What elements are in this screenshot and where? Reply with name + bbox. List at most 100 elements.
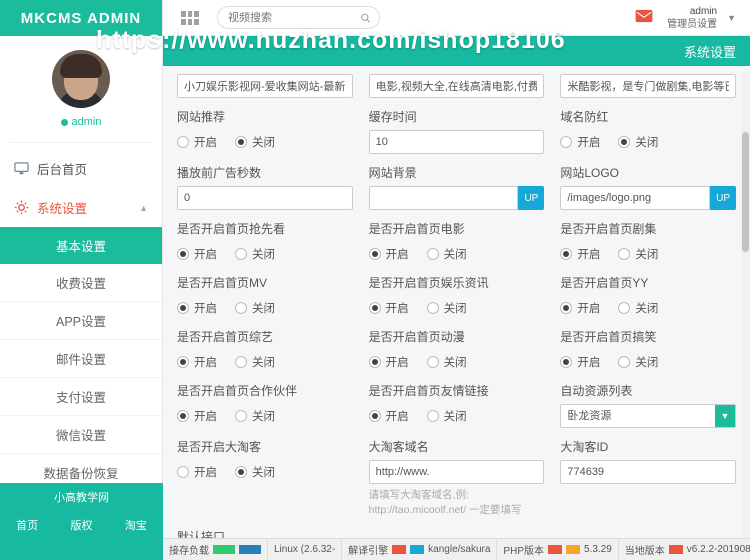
radio-label: 开启 bbox=[386, 246, 409, 262]
site-bg-upload-button[interactable]: UP bbox=[518, 186, 544, 210]
radio-circle bbox=[618, 136, 630, 148]
ad-seconds-input[interactable] bbox=[177, 186, 353, 210]
sidebar-subitem-pay[interactable]: 支付设置 bbox=[0, 378, 162, 416]
taoke-domain-input[interactable] bbox=[369, 460, 545, 484]
field-site-logo: 网站LOGO UP bbox=[560, 154, 736, 210]
php-bar-orange bbox=[566, 545, 580, 554]
sidebar-subitem-mail[interactable]: 邮件设置 bbox=[0, 340, 162, 378]
home-friendlink-on[interactable]: 开启 bbox=[369, 408, 409, 424]
taoke-radios: 开启 关闭 bbox=[177, 460, 353, 482]
home-news-radios: 开启 关闭 bbox=[369, 296, 545, 318]
sidebar-footer: 小高教学网 首页 版权 淘宝 bbox=[0, 483, 163, 560]
home-series-off[interactable]: 关闭 bbox=[618, 246, 658, 262]
home-mv-on[interactable]: 开启 bbox=[177, 300, 217, 316]
footer-link-taobao[interactable]: 淘宝 bbox=[125, 517, 147, 533]
sidebar: MKCMS ADMIN admin 后台首页 系统设置 ▲ 基本设置 收费设置 … bbox=[0, 0, 163, 560]
mail-icon[interactable] bbox=[635, 9, 653, 26]
home-mv-off[interactable]: 关闭 bbox=[235, 300, 275, 316]
domain-guard-off[interactable]: 关闭 bbox=[618, 134, 658, 150]
sidebar-subitem-app[interactable]: APP设置 bbox=[0, 302, 162, 340]
form-row-4: 是否开启首页抢先看 开启 关闭 是否开启首页电影 开启 关闭 是否开启首页剧集 … bbox=[177, 210, 736, 264]
home-movie-radios: 开启 关闭 bbox=[369, 242, 545, 264]
home-preview-on[interactable]: 开启 bbox=[177, 246, 217, 262]
home-funny-on[interactable]: 开启 bbox=[560, 354, 600, 370]
status-php: PHP版本 5.3.29 bbox=[497, 539, 618, 560]
home-funny-label: 是否开启首页搞笑 bbox=[560, 328, 736, 345]
site-bg-input[interactable] bbox=[369, 186, 519, 210]
scrollbar-thumb[interactable] bbox=[742, 132, 749, 252]
home-variety-off[interactable]: 关闭 bbox=[235, 354, 275, 370]
page-title: 系统设置 bbox=[684, 42, 736, 61]
home-partner-off[interactable]: 关闭 bbox=[235, 408, 275, 424]
home-partner-on[interactable]: 开启 bbox=[177, 408, 217, 424]
site-recommend-off[interactable]: 关闭 bbox=[235, 134, 275, 150]
home-movie-off[interactable]: 关闭 bbox=[427, 246, 467, 262]
home-news-on[interactable]: 开启 bbox=[369, 300, 409, 316]
sidebar-subitem-basic[interactable]: 基本设置 bbox=[0, 227, 162, 264]
chevron-down-icon[interactable]: ▼ bbox=[727, 13, 736, 23]
vertical-scrollbar[interactable] bbox=[741, 72, 750, 560]
footer-link-home[interactable]: 首页 bbox=[16, 517, 38, 533]
apps-grid-icon[interactable] bbox=[181, 11, 199, 25]
status-engine: 解译引擎 kangle/sakura bbox=[342, 539, 497, 560]
status-os: Linux (2.6.32- bbox=[268, 539, 342, 560]
form-row-5: 是否开启首页MV 开启 关闭 是否开启首页娱乐资讯 开启 关闭 是否开启首页YY… bbox=[177, 264, 736, 318]
home-anime-off[interactable]: 关闭 bbox=[427, 354, 467, 370]
home-friendlink-off[interactable]: 关闭 bbox=[427, 408, 467, 424]
taoke-id-label: 大淘客ID bbox=[560, 438, 736, 455]
avatar[interactable] bbox=[52, 50, 110, 108]
home-movie-on[interactable]: 开启 bbox=[369, 246, 409, 262]
search-box[interactable] bbox=[217, 6, 380, 29]
field-home-friendlink: 是否开启首页友情链接 开启 关闭 bbox=[369, 372, 545, 428]
brand-logo[interactable]: MKCMS ADMIN bbox=[0, 0, 162, 36]
site-name-top-input[interactable] bbox=[177, 74, 353, 98]
home-anime-on[interactable]: 开启 bbox=[369, 354, 409, 370]
divider bbox=[10, 142, 152, 143]
field-site-desc-top bbox=[560, 74, 736, 98]
home-yy-off[interactable]: 关闭 bbox=[618, 300, 658, 316]
auto-resource-select[interactable]: 卧龙资源 bbox=[560, 404, 736, 428]
radio-circle bbox=[560, 248, 572, 260]
field-site-bg: 网站背景 UP bbox=[369, 154, 545, 210]
field-home-partner: 是否开启首页合作伙伴 开启 关闭 bbox=[177, 372, 353, 428]
home-variety-on[interactable]: 开启 bbox=[177, 354, 217, 370]
home-series-on[interactable]: 开启 bbox=[560, 246, 600, 262]
domain-guard-radios: 开启 关闭 bbox=[560, 130, 736, 152]
home-news-off[interactable]: 关闭 bbox=[427, 300, 467, 316]
radio-label: 开启 bbox=[577, 300, 600, 316]
sidebar-footer-links: 首页 版权 淘宝 bbox=[0, 507, 163, 533]
taoke-on[interactable]: 开启 bbox=[177, 464, 217, 480]
taoke-off[interactable]: 关闭 bbox=[235, 464, 275, 480]
site-desc-top-input[interactable] bbox=[560, 74, 736, 98]
account-info[interactable]: admin 管理员设置 bbox=[667, 5, 717, 31]
footer-link-copyright[interactable]: 版权 bbox=[70, 517, 92, 533]
avatar-hair bbox=[60, 54, 102, 78]
site-keywords-top-input[interactable] bbox=[369, 74, 545, 98]
radio-circle bbox=[427, 410, 439, 422]
status-version-value: v6.2.2-201908 bbox=[687, 544, 750, 555]
site-logo-input[interactable] bbox=[560, 186, 710, 210]
sidebar-item-dashboard[interactable]: 后台首页 bbox=[0, 149, 162, 188]
field-taoke-enable: 是否开启大淘客 开启 关闭 bbox=[177, 428, 353, 518]
home-preview-off[interactable]: 关闭 bbox=[235, 246, 275, 262]
status-engine-label: 解译引擎 bbox=[348, 542, 388, 557]
site-logo-upload-button[interactable]: UP bbox=[710, 186, 736, 210]
sidebar-item-settings[interactable]: 系统设置 ▲ bbox=[0, 188, 162, 227]
sidebar-subitem-wechat[interactable]: 微信设置 bbox=[0, 416, 162, 454]
form-row-6: 是否开启首页综艺 开启 关闭 是否开启首页动漫 开启 关闭 是否开启首页搞笑 开… bbox=[177, 318, 736, 372]
taoke-id-input[interactable] bbox=[560, 460, 736, 484]
home-funny-radios: 开启 关闭 bbox=[560, 350, 736, 372]
radio-circle bbox=[427, 248, 439, 260]
cache-time-input[interactable] bbox=[369, 130, 545, 154]
field-home-preview: 是否开启首页抢先看 开启 关闭 bbox=[177, 210, 353, 264]
sidebar-subitem-fees[interactable]: 收费设置 bbox=[0, 264, 162, 302]
field-taoke-id: 大淘客ID bbox=[560, 428, 736, 518]
home-yy-on[interactable]: 开启 bbox=[560, 300, 600, 316]
top-bar: admin 管理员设置 ▼ bbox=[163, 0, 750, 36]
radio-label: 关闭 bbox=[252, 408, 275, 424]
site-recommend-on[interactable]: 开启 bbox=[177, 134, 217, 150]
domain-guard-on[interactable]: 开启 bbox=[560, 134, 600, 150]
search-input[interactable] bbox=[226, 11, 360, 25]
home-funny-off[interactable]: 关闭 bbox=[618, 354, 658, 370]
sidebar-item-label: 系统设置 bbox=[37, 198, 87, 217]
